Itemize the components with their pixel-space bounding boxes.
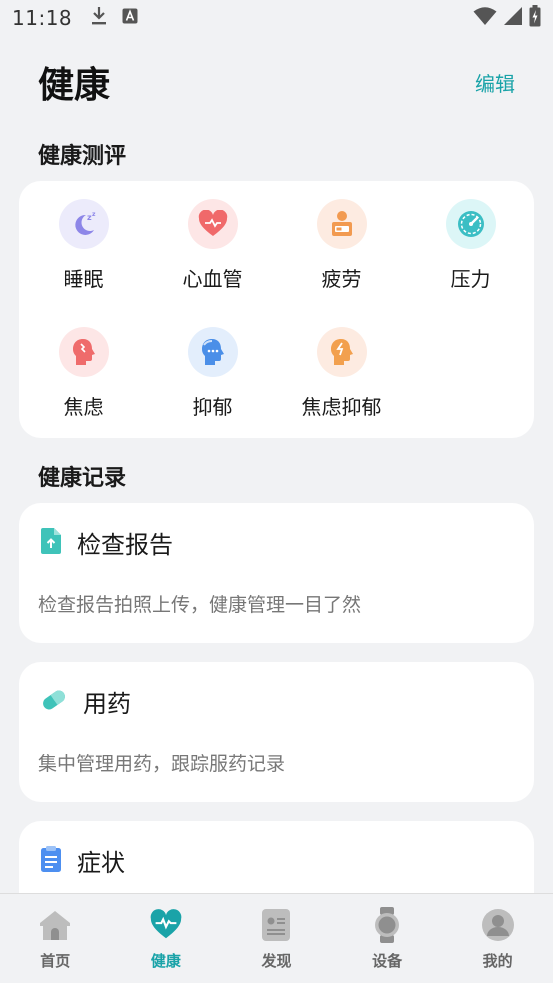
eval-label: 心血管 — [182, 267, 243, 291]
tab-home[interactable]: 首页 — [0, 894, 111, 983]
record-description: 集中管理用药，跟踪服药记录 — [38, 753, 286, 775]
record-title: 用药 — [83, 690, 131, 718]
battery-icon — [529, 5, 541, 31]
eval-item-cardiovascular[interactable]: 心血管 — [148, 199, 277, 327]
fatigue-icon — [316, 199, 367, 249]
watch-icon — [370, 907, 404, 943]
clipboard-icon — [39, 845, 63, 877]
section-title-records: 健康记录 — [38, 466, 127, 491]
home-icon — [38, 908, 72, 942]
heart-pulse-icon — [149, 908, 183, 942]
eval-item-depression[interactable]: 抑郁 — [148, 327, 277, 455]
record-description: 检查报告拍照上传，健康管理一目了然 — [38, 594, 362, 616]
status-time: 11:18 — [12, 6, 73, 30]
eval-label: 睡眠 — [63, 267, 104, 291]
record-title: 症状 — [77, 849, 125, 877]
eval-item-fatigue[interactable]: 疲劳 — [277, 199, 406, 327]
eval-label: 焦虑 — [63, 395, 104, 419]
keyboard-a-icon — [122, 8, 138, 28]
eval-label: 压力 — [450, 267, 491, 291]
anxiety-head-icon — [58, 327, 109, 377]
upload-document-icon — [39, 527, 63, 559]
edit-button[interactable]: 编辑 — [475, 68, 515, 97]
tab-profile[interactable]: 我的 — [442, 894, 553, 983]
record-title: 检查报告 — [77, 531, 173, 559]
sleep-icon: zz — [58, 199, 109, 249]
anxiety-depression-head-icon — [316, 327, 367, 377]
eval-item-sleep[interactable]: zz 睡眠 — [19, 199, 148, 327]
tab-health[interactable]: 健康 — [111, 894, 222, 983]
profile-icon — [481, 908, 515, 942]
tab-label: 发现 — [261, 952, 292, 970]
eval-label: 焦虑抑郁 — [301, 395, 382, 419]
record-card-medication[interactable]: 用药 集中管理用药，跟踪服药记录 — [19, 662, 534, 802]
header: 健康 编辑 — [0, 56, 553, 108]
discover-card-icon — [259, 908, 293, 942]
depression-head-icon — [187, 327, 238, 377]
tab-label: 首页 — [40, 952, 71, 970]
pill-icon — [39, 688, 69, 716]
svg-text:z: z — [92, 211, 96, 218]
record-card-exam-report[interactable]: 检查报告 检查报告拍照上传，健康管理一目了然 — [19, 503, 534, 643]
signal-icon — [503, 6, 523, 30]
tab-label: 我的 — [482, 952, 513, 970]
bottom-tab-bar: 首页 健康 发现 设备 我的 — [0, 893, 553, 983]
gauge-icon — [445, 199, 496, 249]
tab-device[interactable]: 设备 — [332, 894, 443, 983]
wifi-icon — [473, 6, 497, 30]
eval-label: 抑郁 — [192, 395, 233, 419]
eval-label: 疲劳 — [321, 267, 362, 291]
tab-label: 设备 — [372, 952, 403, 970]
tab-label: 健康 — [150, 952, 181, 970]
eval-item-anxiety[interactable]: 焦虑 — [19, 327, 148, 455]
page-title: 健康 — [38, 65, 111, 106]
eval-item-stress[interactable]: 压力 — [406, 199, 535, 327]
tab-discover[interactable]: 发现 — [221, 894, 332, 983]
eval-item-anxiety-depression[interactable]: 焦虑抑郁 — [277, 327, 406, 455]
status-bar: 11:18 — [0, 0, 553, 36]
evaluation-card: zz 睡眠 心血管 疲劳 压力 焦虑 抑郁 焦虑抑郁 — [19, 181, 534, 438]
section-title-evaluation: 健康测评 — [38, 144, 127, 169]
download-icon — [90, 6, 108, 30]
heart-icon — [187, 199, 238, 249]
